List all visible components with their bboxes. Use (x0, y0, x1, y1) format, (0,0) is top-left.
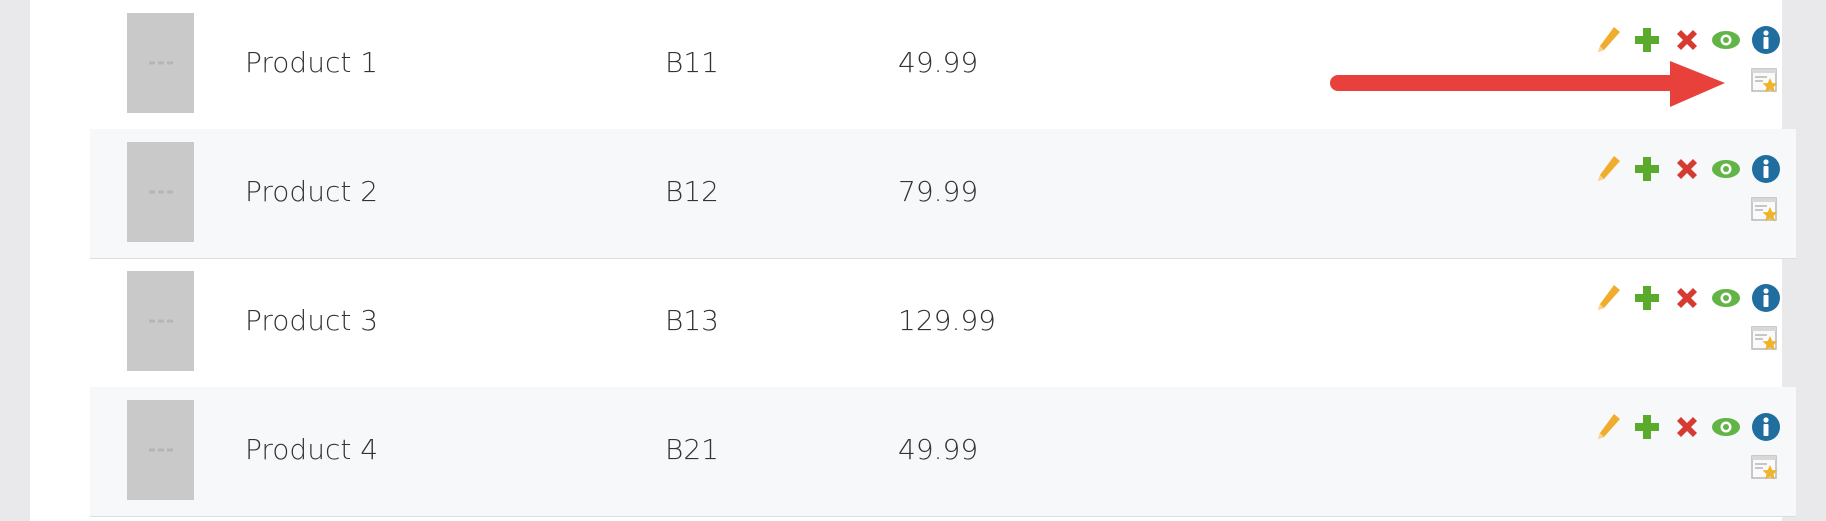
product-thumbnail[interactable] (127, 13, 194, 113)
table-row: Product 2 B12 79.99 (90, 129, 1796, 259)
product-name: Product 1 (245, 46, 379, 79)
x-icon[interactable] (1671, 282, 1703, 314)
eye-icon[interactable] (1710, 411, 1742, 443)
eye-icon[interactable] (1710, 282, 1742, 314)
image-placeholder (148, 190, 173, 194)
product-sku: B13 (665, 304, 719, 337)
product-sku: B21 (665, 433, 719, 466)
product-price: 49.99 (898, 433, 979, 466)
info-icon[interactable] (1750, 24, 1782, 56)
info-icon[interactable] (1750, 411, 1782, 443)
product-price: 79.99 (898, 175, 979, 208)
plus-icon[interactable] (1631, 282, 1663, 314)
table-row: Product 3 B13 129.99 (90, 258, 1796, 388)
featured-star-icon[interactable] (1750, 324, 1780, 354)
product-thumbnail[interactable] (127, 400, 194, 500)
pencil-icon[interactable] (1592, 411, 1624, 443)
row-actions (1584, 411, 1784, 491)
image-placeholder (148, 448, 173, 452)
x-icon[interactable] (1671, 24, 1703, 56)
pencil-icon[interactable] (1592, 282, 1624, 314)
product-sku: B12 (665, 175, 719, 208)
table-row: Product 4 B21 49.99 (90, 387, 1796, 517)
plus-icon[interactable] (1631, 153, 1663, 185)
product-name: Product 4 (245, 433, 379, 466)
x-icon[interactable] (1671, 411, 1703, 443)
featured-star-icon[interactable] (1750, 453, 1780, 483)
product-name: Product 2 (245, 175, 379, 208)
product-thumbnail[interactable] (127, 142, 194, 242)
image-placeholder (148, 61, 173, 65)
plus-icon[interactable] (1631, 24, 1663, 56)
row-actions (1584, 153, 1784, 233)
product-sku: B11 (665, 46, 719, 79)
annotation-arrow (1330, 61, 1725, 107)
featured-star-icon[interactable] (1750, 195, 1780, 225)
info-icon[interactable] (1750, 153, 1782, 185)
pencil-icon[interactable] (1592, 24, 1624, 56)
pencil-icon[interactable] (1592, 153, 1624, 185)
plus-icon[interactable] (1631, 411, 1663, 443)
info-icon[interactable] (1750, 282, 1782, 314)
eye-icon[interactable] (1710, 153, 1742, 185)
product-name: Product 3 (245, 304, 379, 337)
row-actions (1584, 282, 1784, 362)
x-icon[interactable] (1671, 153, 1703, 185)
eye-icon[interactable] (1710, 24, 1742, 56)
product-thumbnail[interactable] (127, 271, 194, 371)
product-price: 49.99 (898, 46, 979, 79)
featured-star-icon[interactable] (1750, 66, 1780, 96)
product-price: 129.99 (898, 304, 996, 337)
image-placeholder (148, 319, 173, 323)
